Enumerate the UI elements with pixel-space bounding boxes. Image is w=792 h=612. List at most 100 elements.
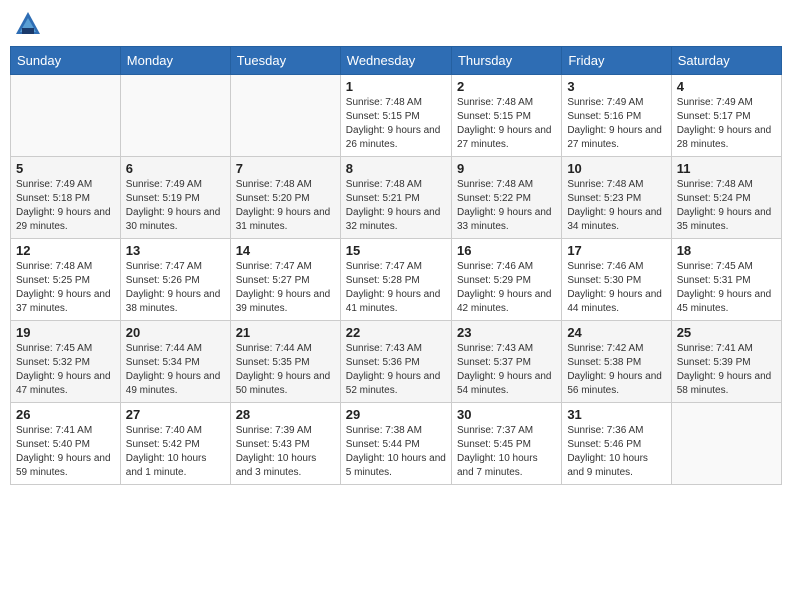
day-number: 15 [346, 243, 446, 258]
calendar-cell: 18 Sunrise: 7:45 AM Sunset: 5:31 PM Dayli… [671, 239, 781, 321]
day-number: 18 [677, 243, 776, 258]
calendar-cell: 19Sunrise: 7:45 AM Sunset: 5:32 PM Dayli… [11, 321, 121, 403]
day-number: 2 [457, 79, 556, 94]
day-info: Sunrise: 7:46 AM Sunset: 5:29 PM Dayligh… [457, 260, 556, 316]
day-info: Sunrise: 7:47 AM Sunset: 5:28 PM Dayligh… [346, 260, 446, 316]
day-number: 31 [567, 407, 665, 422]
calendar-cell: 22 Sunrise: 7:43 AM Sunset: 5:36 PM Dayli… [340, 321, 451, 403]
calendar-cell [671, 403, 781, 485]
calendar-cell: 9Sunrise: 7:48 AM Sunset: 5:22 PM Daylig… [451, 157, 561, 239]
weekday-friday: Friday [562, 47, 671, 75]
weekday-wednesday: Wednesday [340, 47, 451, 75]
calendar-cell: 2 Sunrise: 7:48 AM Sunset: 5:15 PM Daylig… [451, 75, 561, 157]
day-number: 4 [677, 79, 776, 94]
day-info: Sunrise: 7:49 AM Sunset: 5:18 PM Dayligh… [16, 178, 115, 234]
day-number: 27 [126, 407, 225, 422]
calendar-cell: 7 Sunrise: 7:48 AM Sunset: 5:20 PM Daylig… [230, 157, 340, 239]
calendar-cell [11, 75, 121, 157]
day-number: 16 [457, 243, 556, 258]
day-info: Sunrise: 7:49 AM Sunset: 5:17 PM Dayligh… [677, 96, 776, 152]
day-info: Sunrise: 7:48 AM Sunset: 5:15 PM Dayligh… [346, 96, 446, 152]
day-number: 6 [126, 161, 225, 176]
calendar-cell: 31 Sunrise: 7:36 AM Sunset: 5:46 PM Dayli… [562, 403, 671, 485]
day-info: Sunrise: 7:42 AM Sunset: 5:38 PM Dayligh… [567, 342, 665, 398]
calendar-cell: 14 Sunrise: 7:47 AM Sunset: 5:27 PM Dayli… [230, 239, 340, 321]
day-info: Sunrise: 7:40 AM Sunset: 5:42 PM Dayligh… [126, 424, 225, 480]
day-number: 22 [346, 325, 446, 340]
weekday-monday: Monday [120, 47, 230, 75]
day-number: 7 [236, 161, 335, 176]
day-info: Sunrise: 7:38 AM Sunset: 5:44 PM Dayligh… [346, 424, 446, 480]
day-info: Sunrise: 7:37 AM Sunset: 5:45 PM Dayligh… [457, 424, 556, 480]
day-info: Sunrise: 7:48 AM Sunset: 5:24 PM Dayligh… [677, 178, 776, 234]
day-info: Sunrise: 7:43 AM Sunset: 5:37 PM Dayligh… [457, 342, 556, 398]
day-info: Sunrise: 7:48 AM Sunset: 5:21 PM Dayligh… [346, 178, 446, 234]
logo [14, 10, 46, 38]
day-info: Sunrise: 7:48 AM Sunset: 5:15 PM Dayligh… [457, 96, 556, 152]
day-info: Sunrise: 7:49 AM Sunset: 5:19 PM Dayligh… [126, 178, 225, 234]
calendar-cell: 27 Sunrise: 7:40 AM Sunset: 5:42 PM Dayli… [120, 403, 230, 485]
calendar-cell: 21 Sunrise: 7:44 AM Sunset: 5:35 PM Dayli… [230, 321, 340, 403]
calendar-cell: 4 Sunrise: 7:49 AM Sunset: 5:17 PM Daylig… [671, 75, 781, 157]
calendar-cell: 1 Sunrise: 7:48 AM Sunset: 5:15 PM Daylig… [340, 75, 451, 157]
logo-icon [14, 10, 42, 38]
day-number: 20 [126, 325, 225, 340]
day-info: Sunrise: 7:45 AM Sunset: 5:32 PM Dayligh… [16, 342, 115, 398]
day-info: Sunrise: 7:41 AM Sunset: 5:39 PM Dayligh… [677, 342, 776, 398]
day-number: 14 [236, 243, 335, 258]
weekday-sunday: Sunday [11, 47, 121, 75]
calendar-week-2: 5 Sunrise: 7:49 AM Sunset: 5:18 PM Daylig… [11, 157, 782, 239]
day-number: 21 [236, 325, 335, 340]
calendar-body: 1 Sunrise: 7:48 AM Sunset: 5:15 PM Daylig… [11, 75, 782, 485]
calendar-cell: 23 Sunrise: 7:43 AM Sunset: 5:37 PM Dayli… [451, 321, 561, 403]
day-number: 3 [567, 79, 665, 94]
day-number: 10 [567, 161, 665, 176]
calendar-cell: 28 Sunrise: 7:39 AM Sunset: 5:43 PM Dayli… [230, 403, 340, 485]
day-number: 17 [567, 243, 665, 258]
day-info: Sunrise: 7:46 AM Sunset: 5:30 PM Dayligh… [567, 260, 665, 316]
day-number: 23 [457, 325, 556, 340]
calendar-cell [120, 75, 230, 157]
day-number: 12 [16, 243, 115, 258]
calendar-cell: 20Sunrise: 7:44 AM Sunset: 5:34 PM Dayli… [120, 321, 230, 403]
day-info: Sunrise: 7:48 AM Sunset: 5:22 PM Dayligh… [457, 178, 556, 234]
day-info: Sunrise: 7:39 AM Sunset: 5:43 PM Dayligh… [236, 424, 335, 480]
day-info: Sunrise: 7:48 AM Sunset: 5:20 PM Dayligh… [236, 178, 335, 234]
calendar-cell: 25 Sunrise: 7:41 AM Sunset: 5:39 PM Dayli… [671, 321, 781, 403]
weekday-tuesday: Tuesday [230, 47, 340, 75]
calendar-cell: 16 Sunrise: 7:46 AM Sunset: 5:29 PM Dayli… [451, 239, 561, 321]
calendar-cell: 12Sunrise: 7:48 AM Sunset: 5:25 PM Dayli… [11, 239, 121, 321]
calendar-cell: 26 Sunrise: 7:41 AM Sunset: 5:40 PM Dayli… [11, 403, 121, 485]
day-info: Sunrise: 7:44 AM Sunset: 5:35 PM Dayligh… [236, 342, 335, 398]
day-info: Sunrise: 7:49 AM Sunset: 5:16 PM Dayligh… [567, 96, 665, 152]
day-number: 30 [457, 407, 556, 422]
day-info: Sunrise: 7:36 AM Sunset: 5:46 PM Dayligh… [567, 424, 665, 480]
day-number: 13 [126, 243, 225, 258]
calendar-week-1: 1 Sunrise: 7:48 AM Sunset: 5:15 PM Daylig… [11, 75, 782, 157]
calendar-cell: 5 Sunrise: 7:49 AM Sunset: 5:18 PM Daylig… [11, 157, 121, 239]
weekday-thursday: Thursday [451, 47, 561, 75]
day-info: Sunrise: 7:45 AM Sunset: 5:31 PM Dayligh… [677, 260, 776, 316]
calendar-cell: 10 Sunrise: 7:48 AM Sunset: 5:23 PM Dayli… [562, 157, 671, 239]
day-info: Sunrise: 7:41 AM Sunset: 5:40 PM Dayligh… [16, 424, 115, 480]
calendar-cell: 6 Sunrise: 7:49 AM Sunset: 5:19 PM Daylig… [120, 157, 230, 239]
calendar-cell: 11Sunrise: 7:48 AM Sunset: 5:24 PM Dayli… [671, 157, 781, 239]
calendar-cell: 3 Sunrise: 7:49 AM Sunset: 5:16 PM Daylig… [562, 75, 671, 157]
day-number: 28 [236, 407, 335, 422]
day-number: 25 [677, 325, 776, 340]
calendar-cell: 17 Sunrise: 7:46 AM Sunset: 5:30 PM Dayli… [562, 239, 671, 321]
weekday-saturday: Saturday [671, 47, 781, 75]
day-number: 1 [346, 79, 446, 94]
day-info: Sunrise: 7:48 AM Sunset: 5:23 PM Dayligh… [567, 178, 665, 234]
day-info: Sunrise: 7:43 AM Sunset: 5:36 PM Dayligh… [346, 342, 446, 398]
day-number: 5 [16, 161, 115, 176]
calendar-cell: 13 Sunrise: 7:47 AM Sunset: 5:26 PM Dayli… [120, 239, 230, 321]
calendar-week-5: 26 Sunrise: 7:41 AM Sunset: 5:40 PM Dayli… [11, 403, 782, 485]
weekday-header-row: SundayMondayTuesdayWednesdayThursdayFrid… [11, 47, 782, 75]
page-header [10, 10, 782, 38]
day-number: 29 [346, 407, 446, 422]
day-info: Sunrise: 7:47 AM Sunset: 5:26 PM Dayligh… [126, 260, 225, 316]
calendar-cell: 8Sunrise: 7:48 AM Sunset: 5:21 PM Daylig… [340, 157, 451, 239]
day-info: Sunrise: 7:47 AM Sunset: 5:27 PM Dayligh… [236, 260, 335, 316]
day-number: 26 [16, 407, 115, 422]
